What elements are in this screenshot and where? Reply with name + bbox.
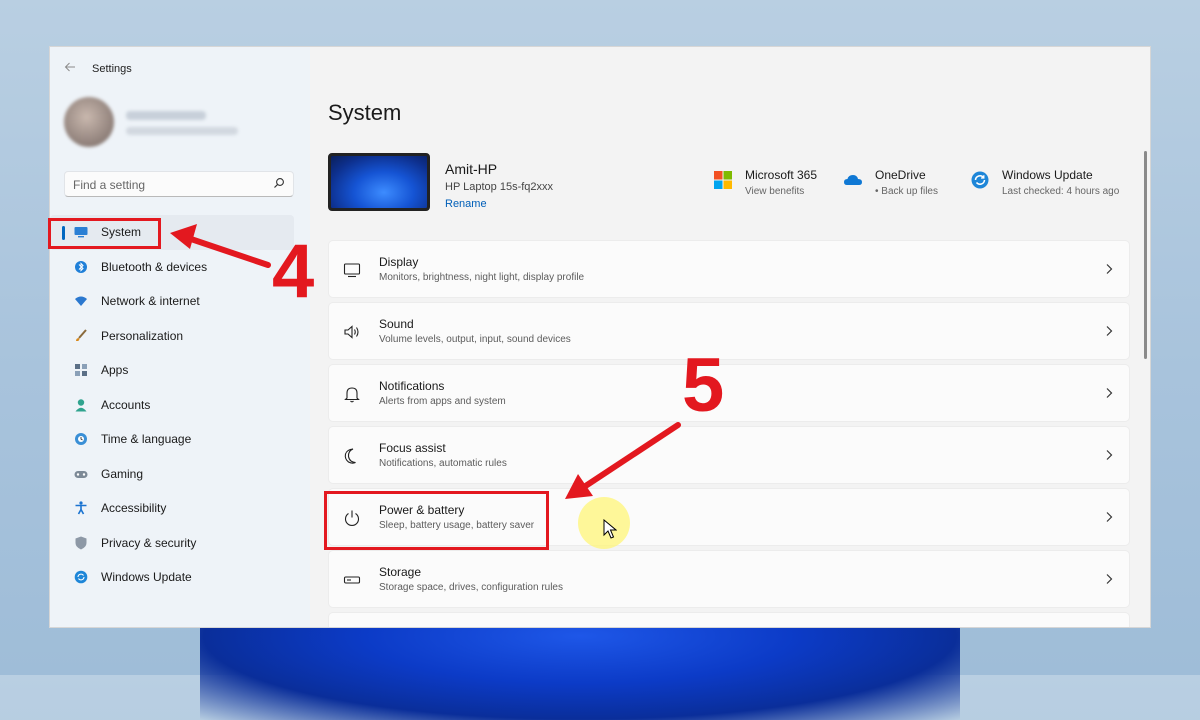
annotation-step-4: 4: [272, 229, 315, 314]
annotation-step-5: 5: [682, 343, 725, 428]
annotation-arrows: [170, 224, 681, 499]
mouse-cursor-icon: [603, 519, 617, 539]
annotation-arrow-5: [565, 422, 681, 499]
annotation-arrow-4: [170, 224, 271, 268]
